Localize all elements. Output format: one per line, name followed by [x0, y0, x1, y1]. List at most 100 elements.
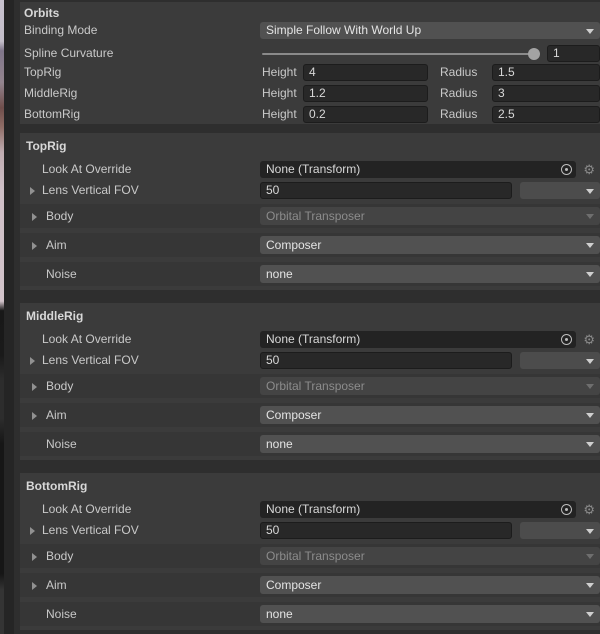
aim-dropdown[interactable]: Composer — [260, 236, 600, 254]
lens-vertical-fov-label: Lens Vertical FOV — [42, 352, 139, 369]
binding-mode-dropdown[interactable]: Simple Follow With World Up — [260, 22, 600, 39]
spline-curvature-slider[interactable] — [262, 53, 534, 55]
lens-vertical-fov-field[interactable]: 50 — [260, 352, 512, 369]
chevron-down-icon — [586, 214, 594, 219]
toprig-orbit-row: TopRig Height 4 Radius 1.5 — [20, 64, 600, 81]
body-value: Orbital Transposer — [266, 378, 365, 395]
spline-curvature-row: Spline Curvature 1 — [20, 45, 600, 62]
lens-preset-dropdown[interactable] — [520, 182, 600, 199]
look-at-override-row: Look At Override None (Transform) ⚙ — [20, 331, 600, 348]
toprig-orbit-label: TopRig — [24, 64, 61, 81]
binding-mode-value: Simple Follow With World Up — [266, 22, 421, 39]
toprig-section-title: TopRig — [26, 139, 66, 154]
lens-preset-dropdown[interactable] — [520, 352, 600, 369]
orbits-section-title: Orbits — [24, 6, 59, 21]
aim-label: Aim — [46, 577, 67, 594]
bottomrig-radius-field[interactable]: 2.5 — [492, 106, 600, 123]
noise-row: Noise none — [20, 262, 600, 286]
middlerig-radius-field[interactable]: 3 — [492, 85, 600, 102]
object-picker-icon[interactable] — [561, 504, 572, 515]
lens-vertical-fov-label: Lens Vertical FOV — [42, 522, 139, 539]
chevron-down-icon — [586, 359, 594, 364]
bottomrig-height-field[interactable]: 0.2 — [303, 106, 428, 123]
body-value: Orbital Transposer — [266, 548, 365, 565]
look-at-override-row: Look At Override None (Transform) ⚙ — [20, 501, 600, 518]
body-row: Body Orbital Transposer — [20, 204, 600, 228]
foldout-arrow-icon[interactable] — [32, 582, 37, 590]
middlerig-height-field[interactable]: 1.2 — [303, 85, 428, 102]
body-dropdown: Orbital Transposer — [260, 547, 600, 565]
lens-preset-dropdown[interactable] — [520, 522, 600, 539]
body-dropdown: Orbital Transposer — [260, 207, 600, 225]
bottomrig-orbit-label: BottomRig — [24, 106, 80, 123]
body-value: Orbital Transposer — [266, 208, 365, 225]
toprig-radius-field[interactable]: 1.5 — [492, 64, 600, 81]
look-at-override-value: None (Transform) — [266, 332, 360, 346]
body-row: Body Orbital Transposer — [20, 374, 600, 398]
noise-label: Noise — [46, 606, 77, 623]
foldout-arrow-icon[interactable] — [32, 553, 37, 561]
look-at-override-label: Look At Override — [42, 161, 131, 178]
look-at-override-object-field[interactable]: None (Transform) — [260, 161, 576, 178]
slider-knob-icon[interactable] — [528, 48, 540, 60]
foldout-arrow-icon[interactable] — [30, 357, 35, 365]
foldout-arrow-icon[interactable] — [30, 187, 35, 195]
aim-value: Composer — [266, 237, 321, 254]
gear-icon[interactable]: ⚙ — [583, 501, 595, 518]
chevron-down-icon — [586, 243, 594, 248]
aim-row: Aim Composer — [20, 573, 600, 597]
look-at-override-row: Look At Override None (Transform) ⚙ — [20, 161, 600, 178]
aim-value: Composer — [266, 407, 321, 424]
radius-label: Radius — [440, 106, 477, 123]
foldout-arrow-icon[interactable] — [32, 213, 37, 221]
unity-inspector-panel: Orbits Binding Mode Simple Follow With W… — [0, 0, 600, 634]
radius-label: Radius — [440, 85, 477, 102]
foldout-arrow-icon[interactable] — [30, 527, 35, 535]
noise-dropdown[interactable]: none — [260, 435, 600, 453]
chevron-down-icon — [586, 189, 594, 194]
object-picker-icon[interactable] — [561, 164, 572, 175]
object-picker-icon[interactable] — [561, 334, 572, 345]
lens-vertical-fov-row: Lens Vertical FOV 50 — [20, 182, 600, 199]
chevron-down-icon — [586, 583, 594, 588]
middlerig-orbit-row: MiddleRig Height 1.2 Radius 3 — [20, 85, 600, 102]
lens-vertical-fov-field[interactable]: 50 — [260, 522, 512, 539]
chevron-down-icon — [586, 29, 594, 34]
height-label: Height — [262, 85, 297, 102]
aim-value: Composer — [266, 577, 321, 594]
aim-label: Aim — [46, 237, 67, 254]
noise-value: none — [266, 436, 293, 453]
look-at-override-object-field[interactable]: None (Transform) — [260, 501, 576, 518]
toprig-height-field[interactable]: 4 — [303, 64, 428, 81]
look-at-override-value: None (Transform) — [266, 162, 360, 176]
noise-dropdown[interactable]: none — [260, 605, 600, 623]
lens-vertical-fov-row: Lens Vertical FOV 50 — [20, 352, 600, 369]
chevron-down-icon — [586, 554, 594, 559]
aim-label: Aim — [46, 407, 67, 424]
spline-curvature-field[interactable]: 1 — [547, 45, 600, 62]
middlerig-orbit-label: MiddleRig — [24, 85, 77, 102]
aim-row: Aim Composer — [20, 233, 600, 257]
height-label: Height — [262, 106, 297, 123]
gear-icon[interactable]: ⚙ — [583, 161, 595, 178]
noise-dropdown[interactable]: none — [260, 265, 600, 283]
body-label: Body — [46, 548, 73, 565]
chevron-down-icon — [586, 384, 594, 389]
gear-icon[interactable]: ⚙ — [583, 331, 595, 348]
noise-value: none — [266, 606, 293, 623]
noise-label: Noise — [46, 436, 77, 453]
look-at-override-label: Look At Override — [42, 501, 131, 518]
body-dropdown: Orbital Transposer — [260, 377, 600, 395]
chevron-down-icon — [586, 413, 594, 418]
chevron-down-icon — [586, 529, 594, 534]
lens-vertical-fov-field[interactable]: 50 — [260, 182, 512, 199]
toprig-section: TopRig Look At Override None (Transform)… — [20, 133, 600, 290]
look-at-override-object-field[interactable]: None (Transform) — [260, 331, 576, 348]
bottomrig-section: BottomRig Look At Override None (Transfo… — [20, 473, 600, 630]
aim-row: Aim Composer — [20, 403, 600, 427]
foldout-arrow-icon[interactable] — [32, 383, 37, 391]
aim-dropdown[interactable]: Composer — [260, 406, 600, 424]
foldout-arrow-icon[interactable] — [32, 242, 37, 250]
aim-dropdown[interactable]: Composer — [260, 576, 600, 594]
foldout-arrow-icon[interactable] — [32, 412, 37, 420]
